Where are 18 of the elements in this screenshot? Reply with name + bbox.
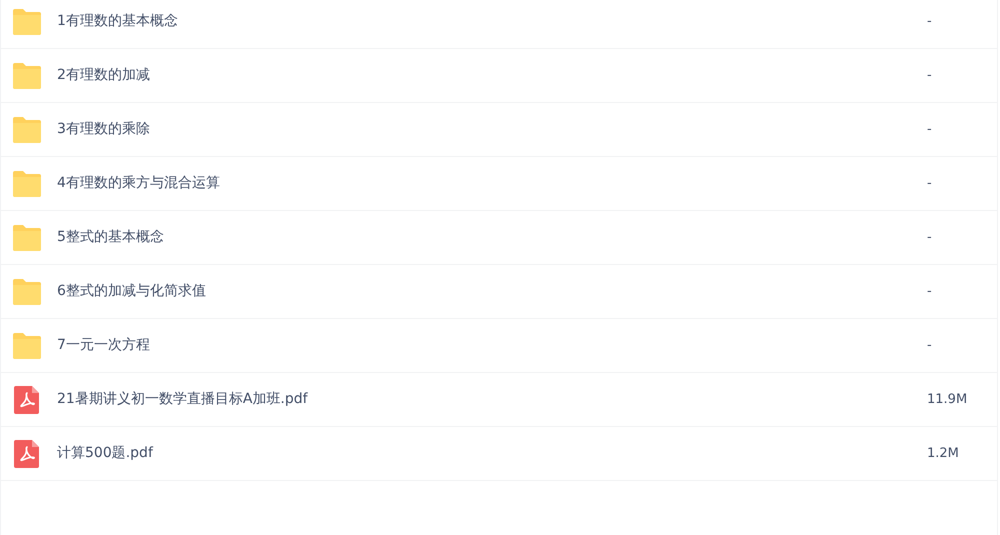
folder-name[interactable]: 3有理数的乘除	[57, 119, 150, 140]
file-size: -	[927, 336, 933, 355]
file-size: 11.9M	[927, 390, 968, 409]
file-name[interactable]: 21暑期讲义初一数学直播目标A加班.pdf	[57, 389, 308, 410]
folder-name[interactable]: 6整式的加减与化简求值	[57, 281, 206, 302]
file-size: 1.2M	[927, 444, 960, 463]
file-size: -	[927, 174, 933, 193]
file-size: -	[927, 66, 933, 85]
folder-name[interactable]: 2有理数的加减	[57, 65, 150, 86]
folder-name[interactable]: 1有理数的基本概念	[57, 11, 178, 32]
folder-name[interactable]: 7一元一次方程	[57, 335, 150, 356]
file-name[interactable]: 计算500题.pdf	[57, 443, 153, 464]
file-size: -	[927, 282, 933, 301]
file-size: -	[927, 12, 933, 31]
folder-name[interactable]: 5整式的基本概念	[57, 227, 164, 248]
file-size: -	[927, 120, 933, 139]
folder-name[interactable]: 4有理数的乘方与混合运算	[57, 173, 220, 194]
file-size: -	[927, 228, 933, 247]
